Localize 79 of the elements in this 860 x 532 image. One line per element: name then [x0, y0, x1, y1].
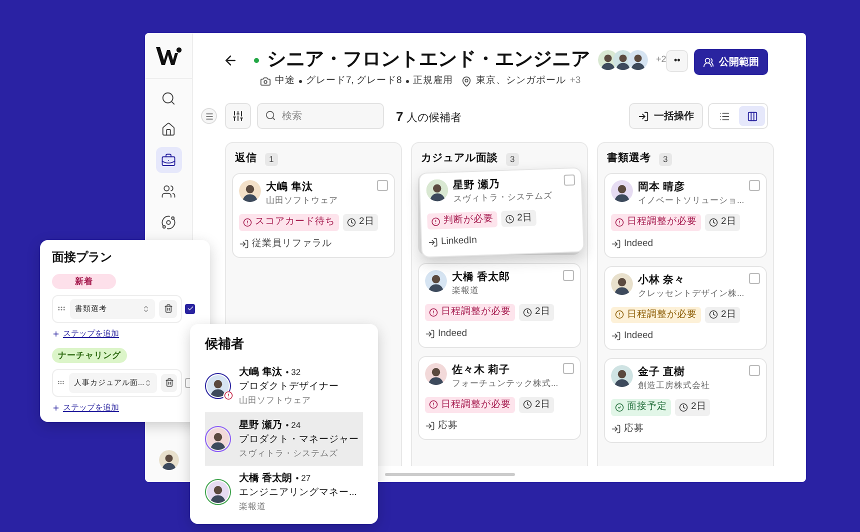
source-label: Indeed — [438, 326, 468, 340]
company-name: イノベートソリューショ... — [638, 194, 744, 208]
company-name: スヴィトラ・システムズ — [453, 190, 553, 206]
status-tag: 日程調整が必要 — [425, 396, 515, 413]
job-title: シニア・フロントエンド・エンジニア — [267, 48, 590, 72]
job-meta: グレード7, グレード8 — [306, 74, 402, 88]
candidate-name: 金子 直樹 — [638, 365, 686, 380]
add-step-link[interactable]: ステップを追加 — [52, 402, 119, 414]
candidate-name: 大橋 香太朗 — [239, 472, 292, 486]
status-tag: 判断が必要 — [427, 211, 498, 230]
candidate-name: 小林 奈々 — [638, 272, 686, 287]
candidate-card[interactable]: 佐々木 莉子 フォーチュンテック株式... 日程調整が必要 2日 応募 — [418, 356, 581, 440]
source-label: 応募 — [438, 419, 458, 433]
candidate-card[interactable]: 星野 瀬乃 スヴィトラ・システムズ 判断が必要 2日 LinkedIn — [418, 167, 584, 258]
candidate-row[interactable]: 星野 瀬乃 • 24 プロダクト・マネージャー スヴィトラ・システムズ — [205, 412, 363, 466]
more-count: +2 — [656, 53, 666, 66]
panel-title: 候補者 — [205, 335, 245, 353]
time-tag: 2日 — [343, 214, 378, 230]
candidate-role: プロダクトデザイナー — [239, 380, 339, 394]
candidate-age: • 27 — [296, 472, 311, 485]
time-tag: 2日 — [519, 396, 554, 413]
source-label: LinkedIn — [440, 234, 478, 250]
search-field[interactable]: 検索 — [257, 103, 384, 130]
source-label: 従業員リファラル — [252, 236, 332, 250]
count-badge: 1 — [265, 152, 278, 166]
bulk-action-button[interactable]: 一括操作 — [629, 103, 703, 130]
status-tag: 面接予定 — [611, 399, 671, 416]
company-name: 創造工房株式会社 — [638, 379, 710, 392]
column-title: 書類選考 — [607, 151, 651, 166]
company-name: 山田ソフトウェア — [266, 194, 338, 208]
location-more: +3 — [570, 74, 581, 88]
source-label: Indeed — [624, 329, 654, 343]
company-name: クレッセントデザイン株... — [638, 286, 744, 300]
candidate-name: 星野 瀬乃 — [239, 418, 282, 432]
count-badge: 3 — [659, 152, 672, 166]
candidate-name: 岡本 晴彦 — [638, 180, 686, 194]
candidate-name: 大嶋 隼汰 — [266, 180, 314, 194]
company-name: 楽報道 — [239, 500, 267, 512]
add-step-link[interactable]: ステップを追加 — [52, 328, 119, 340]
status-tag: 日程調整が必要 — [425, 304, 515, 320]
column-title: 返信 — [235, 151, 257, 166]
candidate-name: 大嶋 隼汰 — [239, 366, 282, 380]
job-meta: 中途 — [275, 74, 295, 88]
candidate-card[interactable]: 小林 奈々 クレッセントデザイン株... 日程調整が必要 2日 Indeed — [604, 266, 767, 350]
candidate-role: プロダクト・マネージャー — [239, 432, 359, 446]
time-tag: 2日 — [705, 306, 740, 323]
company-name: 山田ソフトウェア — [239, 394, 312, 406]
candidate-age: • 24 — [286, 419, 301, 432]
column-title: カジュアル面談 — [421, 151, 498, 166]
candidate-count: 7 人の候補者 — [396, 108, 462, 126]
candidate-card[interactable]: 大橋 香太郎 楽報道 日程調整が必要 2日 Indeed — [418, 263, 581, 348]
count-badge: 3 — [506, 152, 519, 166]
status-tag: スコアカード待ち — [239, 214, 339, 230]
candidate-name: 佐々木 莉子 — [452, 362, 511, 377]
source-label: Indeed — [624, 236, 654, 250]
company-name: スヴィトラ・システムズ — [239, 446, 339, 458]
candidate-card[interactable]: 金子 直樹 創造工房株式会社 面接予定 2日 応募 — [604, 358, 767, 443]
status-tag: 日程調整が必要 — [611, 214, 701, 230]
company-name: 楽報道 — [452, 284, 479, 298]
panel-title: 面接プラン — [52, 249, 113, 266]
source-label: 応募 — [624, 422, 644, 436]
candidate-age: • 32 — [286, 366, 301, 379]
time-tag: 2日 — [519, 304, 554, 320]
candidate-card[interactable]: 大嶋 隼汰 山田ソフトウェア スコアカード待ち 2日 従業員リファラル — [232, 173, 395, 258]
candidate-card[interactable]: 岡本 晴彦 イノベートソリューショ... 日程調整が必要 2日 Indeed — [604, 173, 767, 258]
candidate-name: 大橋 香太郎 — [452, 270, 511, 284]
more-button[interactable]: •• — [666, 50, 688, 72]
location-label: 東京、シンガポール — [476, 74, 566, 88]
candidate-name: 星野 瀬乃 — [452, 177, 502, 193]
time-tag: 2日 — [705, 214, 740, 230]
company-name: フォーチュンテック株式... — [452, 376, 558, 390]
status-tag: 日程調整が必要 — [611, 306, 701, 323]
job-meta: 正規雇用 — [412, 74, 453, 88]
time-tag: 2日 — [675, 399, 710, 416]
stage-tag: 新着 — [52, 274, 116, 289]
share-button[interactable]: 公開範囲 — [694, 49, 768, 75]
candidate-role: エンジニアリングマネー... — [239, 486, 357, 500]
time-tag: 2日 — [500, 210, 537, 228]
stage-tag: ナーチャリング — [52, 348, 127, 362]
